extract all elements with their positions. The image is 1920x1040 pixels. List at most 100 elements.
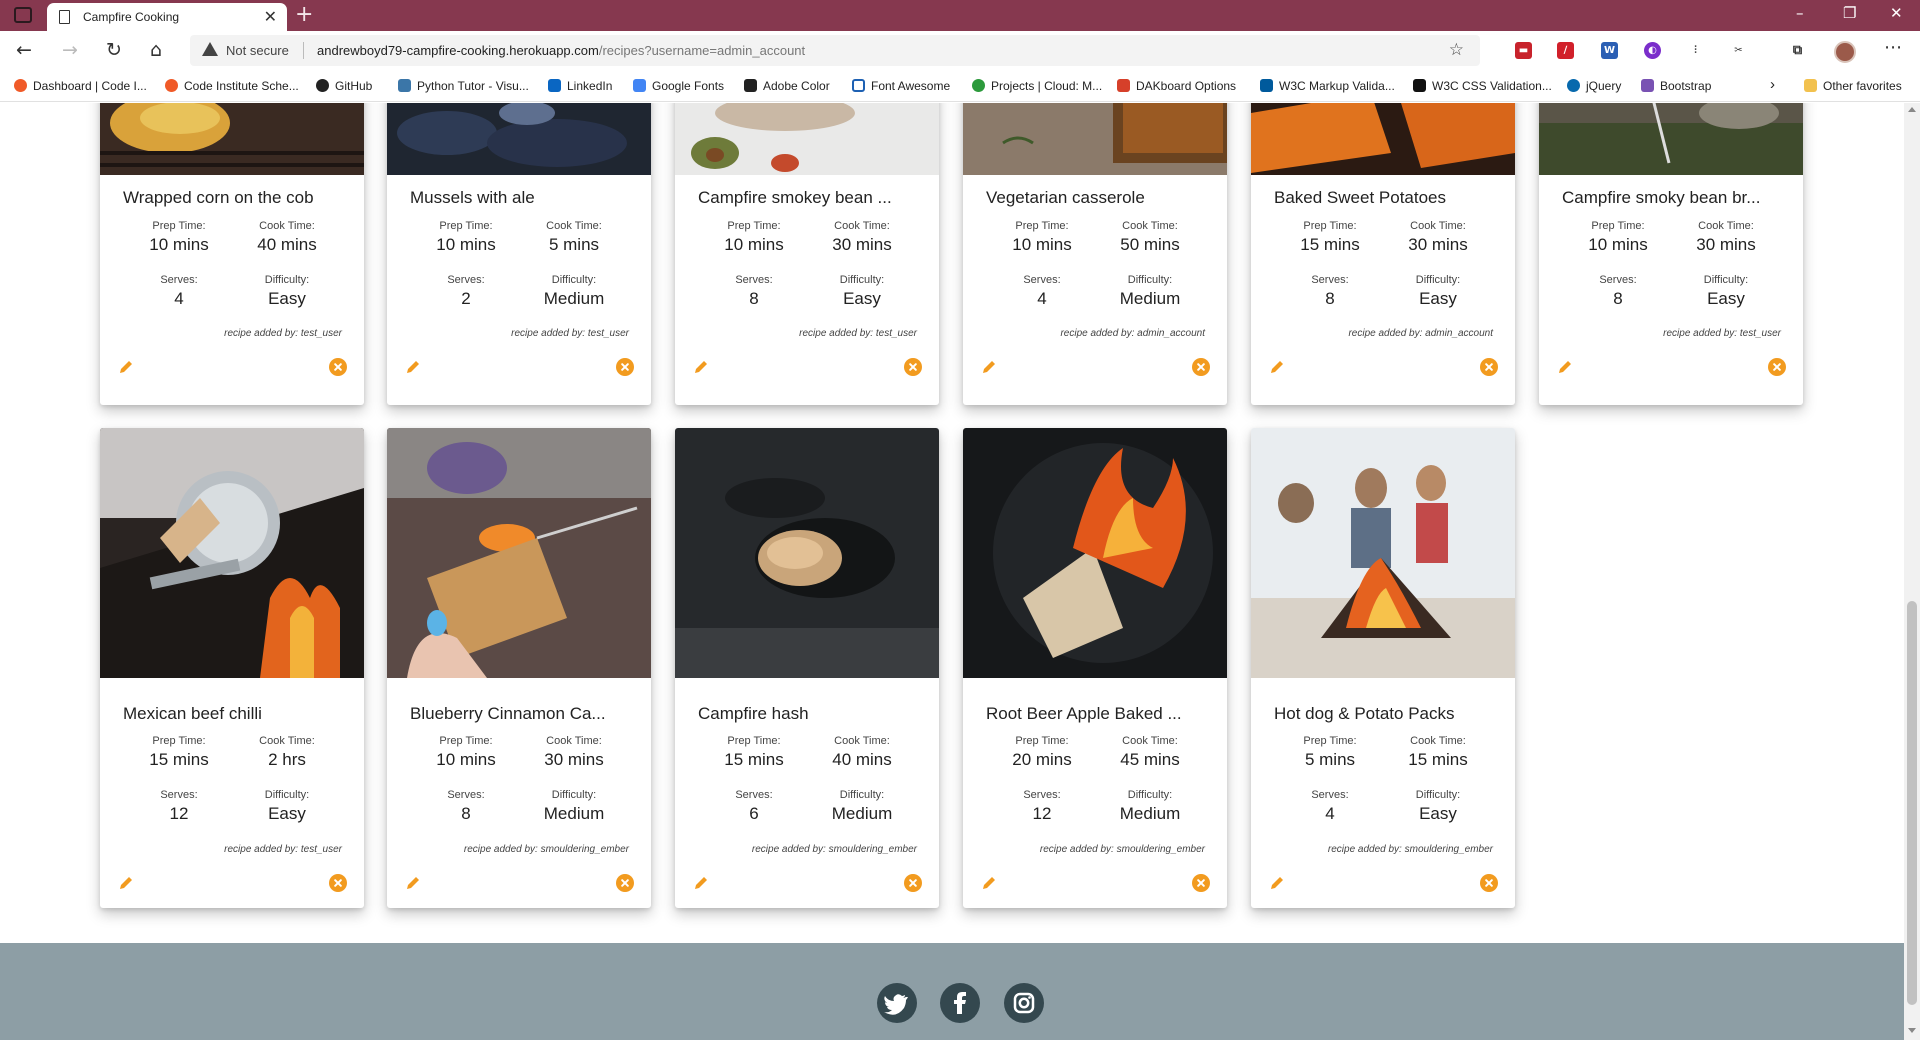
- recipe-card[interactable]: Wrapped corn on the cob Prep Time: 10 min…: [100, 103, 364, 405]
- vertical-scrollbar[interactable]: [1904, 103, 1920, 1040]
- pencil-icon[interactable]: [404, 358, 422, 376]
- collections-icon[interactable]: ⧉: [1789, 42, 1806, 59]
- recipe-title[interactable]: Campfire hash: [698, 704, 920, 724]
- serves: Serves: 8: [411, 789, 521, 824]
- recipe-title[interactable]: Root Beer Apple Baked ...: [986, 704, 1208, 724]
- recipe-card[interactable]: Mexican beef chilli Prep Time: 15 mins Co…: [100, 428, 364, 908]
- facebook-icon[interactable]: [940, 983, 980, 1023]
- delete-icon[interactable]: [1480, 874, 1498, 892]
- url-text[interactable]: andrewboyd79-campfire-cooking.herokuapp.…: [317, 43, 805, 58]
- delete-icon[interactable]: [616, 358, 634, 376]
- recipe-title[interactable]: Campfire smokey bean ...: [698, 188, 920, 208]
- browser-tab[interactable]: Campfire Cooking ✕: [47, 3, 287, 31]
- bookmark-item[interactable]: DAKboard Options: [1117, 79, 1236, 93]
- delete-icon[interactable]: [1192, 358, 1210, 376]
- instagram-icon[interactable]: [1004, 983, 1044, 1023]
- recipe-card[interactable]: Root Beer Apple Baked ... Prep Time: 20 m…: [963, 428, 1227, 908]
- recipe-title[interactable]: Baked Sweet Potatoes: [1274, 188, 1496, 208]
- recipe-image: [963, 428, 1227, 678]
- delete-icon[interactable]: [1480, 358, 1498, 376]
- add-favorite-icon[interactable]: ☆: [1449, 40, 1464, 60]
- pencil-icon[interactable]: [1556, 358, 1574, 376]
- url-field[interactable]: Not secure andrewboyd79-campfire-cooking…: [190, 35, 1480, 66]
- recipe-title[interactable]: Blueberry Cinnamon Ca...: [410, 704, 632, 724]
- pencil-icon[interactable]: [1268, 874, 1286, 892]
- pencil-icon[interactable]: [117, 358, 135, 376]
- recipe-card[interactable]: Mussels with ale Prep Time: 10 mins Cook …: [387, 103, 651, 405]
- pencil-icon[interactable]: [692, 874, 710, 892]
- serves-value: 4: [1037, 289, 1047, 308]
- recipe-title[interactable]: Wrapped corn on the cob: [123, 188, 345, 208]
- prep-time: Prep Time: 15 mins: [699, 735, 809, 770]
- other-favorites[interactable]: Other favorites: [1804, 79, 1902, 93]
- delete-icon[interactable]: [904, 358, 922, 376]
- delete-icon[interactable]: [329, 874, 347, 892]
- difficulty: Difficulty: Medium: [1095, 274, 1205, 309]
- extension-w-icon[interactable]: W: [1601, 42, 1618, 59]
- bookmark-label: GitHub: [335, 79, 373, 93]
- close-tab-icon[interactable]: ✕: [264, 7, 277, 26]
- extension-icon-4[interactable]: ◐: [1644, 42, 1661, 59]
- recipe-card[interactable]: Campfire smoky bean br... Prep Time: 10 m…: [1539, 103, 1803, 405]
- bookmark-item[interactable]: Adobe Color: [744, 79, 830, 93]
- bookmark-item[interactable]: Projects | Cloud: M...: [972, 79, 1102, 93]
- new-tab-button[interactable]: +: [295, 2, 313, 27]
- recipe-card[interactable]: Campfire smokey bean ... Prep Time: 10 mi…: [675, 103, 939, 405]
- minimize-icon[interactable]: –: [1796, 4, 1804, 22]
- recipe-card[interactable]: Campfire hash Prep Time: 15 mins Cook Tim…: [675, 428, 939, 908]
- avatar[interactable]: [1834, 41, 1856, 63]
- security-label[interactable]: Not secure: [226, 43, 289, 58]
- extension-icon-1[interactable]: ▬: [1515, 42, 1532, 59]
- bookmark-item[interactable]: W3C Markup Valida...: [1260, 79, 1395, 93]
- more-menu-icon[interactable]: ⋯: [1884, 37, 1902, 58]
- scroll-down-icon[interactable]: [1908, 1028, 1916, 1033]
- extension-scissors-icon[interactable]: ✂: [1730, 42, 1747, 59]
- recipe-title[interactable]: Campfire smoky bean br...: [1562, 188, 1784, 208]
- recipe-card[interactable]: Baked Sweet Potatoes Prep Time: 15 mins C…: [1251, 103, 1515, 405]
- bookmark-item[interactable]: Font Awesome: [852, 79, 950, 93]
- delete-icon[interactable]: [616, 874, 634, 892]
- recipe-card[interactable]: Hot dog & Potato Packs Prep Time: 5 mins …: [1251, 428, 1515, 908]
- tab-actions-icon[interactable]: [14, 7, 32, 23]
- prep-label: Prep Time:: [152, 220, 206, 232]
- bookmarks-overflow-chevron-icon[interactable]: ›: [1770, 76, 1775, 93]
- pencil-icon[interactable]: [117, 874, 135, 892]
- scroll-up-icon[interactable]: [1908, 107, 1916, 112]
- pencil-icon[interactable]: [1268, 358, 1286, 376]
- recipe-title[interactable]: Hot dog & Potato Packs: [1274, 704, 1496, 724]
- home-button[interactable]: ⌂: [150, 39, 162, 61]
- pencil-icon[interactable]: [980, 358, 998, 376]
- bookmark-item[interactable]: Google Fonts: [633, 79, 724, 93]
- delete-icon[interactable]: [1768, 358, 1786, 376]
- extension-icon-2[interactable]: ∕: [1557, 42, 1574, 59]
- recipe-title[interactable]: Mussels with ale: [410, 188, 632, 208]
- bookmark-item[interactable]: LinkedIn: [548, 79, 612, 93]
- recipe-card[interactable]: Vegetarian casserole Prep Time: 10 mins C…: [963, 103, 1227, 405]
- bookmark-item[interactable]: Dashboard | Code I...: [14, 79, 147, 93]
- restore-icon[interactable]: ❐: [1843, 4, 1856, 22]
- close-window-icon[interactable]: ✕: [1890, 4, 1903, 22]
- pencil-icon[interactable]: [692, 358, 710, 376]
- bookmark-item[interactable]: Python Tutor - Visu...: [398, 79, 529, 93]
- cook-value: 30 mins: [1408, 235, 1468, 254]
- recipe-title[interactable]: Vegetarian casserole: [986, 188, 1208, 208]
- reload-button[interactable]: ↻: [106, 39, 122, 61]
- bookmark-item[interactable]: W3C CSS Validation...: [1413, 79, 1552, 93]
- twitter-icon[interactable]: [877, 983, 917, 1023]
- pencil-icon[interactable]: [404, 874, 422, 892]
- extension-sliders-icon[interactable]: ⫶: [1687, 42, 1704, 59]
- delete-icon[interactable]: [904, 874, 922, 892]
- bookmark-item[interactable]: jQuery: [1567, 79, 1621, 93]
- delete-icon[interactable]: [329, 358, 347, 376]
- bookmark-item[interactable]: Bootstrap: [1641, 79, 1711, 93]
- pencil-icon[interactable]: [980, 874, 998, 892]
- recipe-title[interactable]: Mexican beef chilli: [123, 704, 345, 724]
- difficulty-label: Difficulty:: [1415, 789, 1461, 801]
- bookmark-item[interactable]: GitHub: [316, 79, 372, 93]
- recipe-card[interactable]: Blueberry Cinnamon Ca... Prep Time: 10 mi…: [387, 428, 651, 908]
- back-button[interactable]: ←: [16, 39, 32, 61]
- scroll-thumb[interactable]: [1907, 601, 1917, 1005]
- bookmark-item[interactable]: Code Institute Sche...: [165, 79, 299, 93]
- delete-icon[interactable]: [1192, 874, 1210, 892]
- forward-button[interactable]: →: [62, 39, 78, 61]
